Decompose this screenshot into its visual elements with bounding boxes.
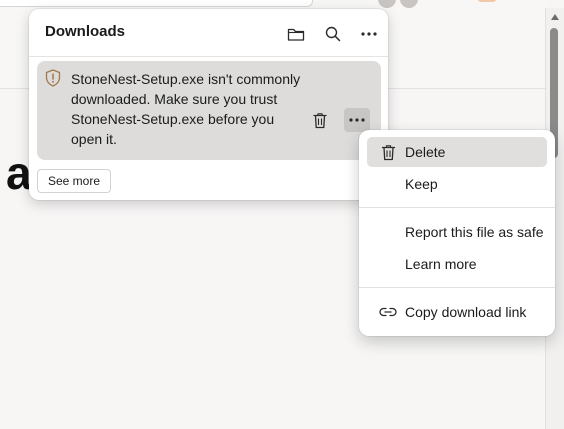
- menu-item-label: Keep: [405, 176, 438, 192]
- menu-item-delete[interactable]: Delete: [367, 137, 547, 167]
- delete-download-button[interactable]: [309, 109, 331, 131]
- menu-separator: [359, 287, 555, 288]
- open-downloads-folder-button[interactable]: [285, 23, 307, 45]
- panel-divider: [29, 56, 388, 57]
- search-icon: [325, 26, 341, 42]
- downloads-panel-title: Downloads: [45, 23, 126, 40]
- link-icon: [379, 303, 397, 321]
- search-downloads-button[interactable]: [322, 23, 344, 45]
- download-item[interactable]: StoneNest-Setup.exe isn't commonly downl…: [37, 61, 381, 160]
- page-heading-fragment: a: [6, 147, 32, 199]
- downloads-more-options-button[interactable]: [358, 23, 380, 45]
- trash-icon: [379, 143, 397, 161]
- address-bar-edge: [0, 0, 313, 7]
- more-options-icon: [349, 118, 365, 122]
- warning-shield-icon: [45, 69, 61, 92]
- menu-item-label: Report this file as safe: [405, 224, 544, 240]
- menu-item-learn-more[interactable]: Learn more: [367, 249, 547, 279]
- download-context-menu: Delete Keep Report this file as safe Lea…: [359, 130, 555, 336]
- menu-item-report-safe[interactable]: Report this file as safe: [367, 217, 547, 247]
- menu-item-keep[interactable]: Keep: [367, 169, 547, 199]
- downloads-panel: Downloads StoneNest-Setup.exe isn't comm…: [29, 9, 388, 200]
- menu-item-copy-link[interactable]: Copy download link: [367, 297, 547, 327]
- toolbar-badge-icon[interactable]: [478, 0, 496, 2]
- download-warning-text: StoneNest-Setup.exe isn't commonly downl…: [71, 71, 301, 147]
- download-item-more-button[interactable]: [344, 108, 370, 132]
- menu-item-label: Copy download link: [405, 304, 527, 320]
- menu-separator: [359, 207, 555, 208]
- scroll-up-arrow-icon[interactable]: [551, 14, 559, 20]
- menu-item-label: Delete: [405, 144, 446, 160]
- folder-icon: [287, 28, 305, 41]
- see-more-button[interactable]: See more: [37, 169, 112, 193]
- more-options-icon: [361, 32, 377, 36]
- trash-icon: [313, 112, 327, 128]
- menu-item-label: Learn more: [405, 256, 477, 272]
